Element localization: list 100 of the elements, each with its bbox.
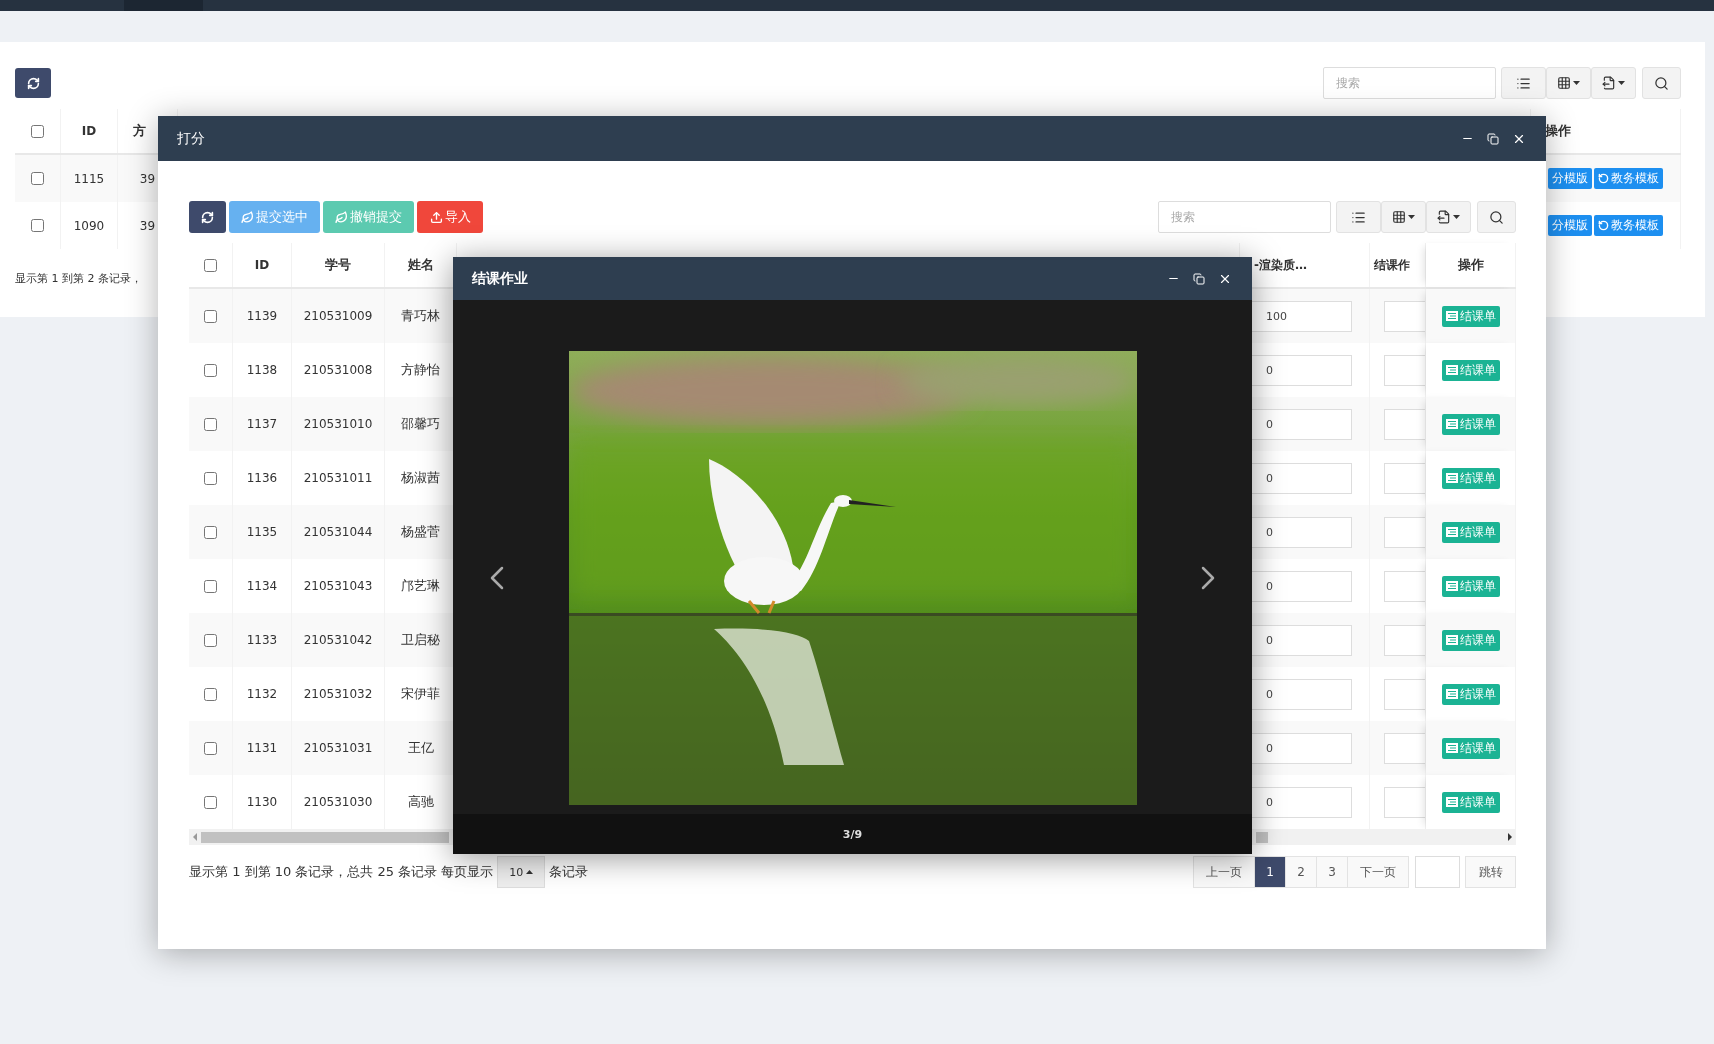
checkbox[interactable] — [204, 417, 217, 431]
table-cell: 39 — [139, 171, 156, 186]
records-label: 条记录 — [549, 863, 589, 881]
checkbox[interactable] — [204, 687, 217, 701]
template-button[interactable]: 分模版 — [1548, 215, 1592, 236]
list-icon — [1445, 419, 1458, 429]
score-field[interactable]: 100 — [1251, 300, 1352, 332]
table-cell: 210531010 — [303, 417, 373, 431]
search-button[interactable] — [1642, 67, 1681, 99]
score-field[interactable]: 0 — [1251, 462, 1352, 494]
columns-button[interactable] — [1381, 201, 1426, 233]
export-button[interactable] — [1591, 67, 1636, 99]
list-icon — [1445, 527, 1458, 537]
list-icon — [1445, 635, 1458, 645]
checkbox[interactable] — [204, 579, 217, 593]
record-summary: 显示第 1 到第 2 条记录， — [15, 272, 142, 285]
homework-field[interactable] — [1384, 732, 1425, 764]
page-button[interactable]: 2 — [1285, 856, 1317, 888]
table-cell: 210531042 — [303, 633, 373, 647]
score-field[interactable]: 0 — [1251, 408, 1352, 440]
homework-field[interactable] — [1384, 354, 1425, 386]
export-button[interactable] — [1426, 201, 1471, 233]
leaf-icon — [241, 210, 254, 224]
import-button[interactable]: 导入 — [417, 201, 483, 233]
homework-field[interactable] — [1384, 462, 1425, 494]
toggle-view-button[interactable] — [1501, 67, 1546, 99]
export-icon — [1602, 76, 1616, 90]
table-cell: 210531044 — [303, 525, 373, 539]
search-field[interactable]: 搜索 — [1323, 67, 1496, 99]
next-page-button[interactable]: 下一页 — [1347, 856, 1409, 888]
page-number-field[interactable] — [1415, 856, 1460, 888]
checkbox[interactable] — [204, 525, 217, 539]
score-field[interactable]: 0 — [1251, 786, 1352, 818]
leaf-icon — [335, 210, 348, 224]
score-field[interactable]: 0 — [1251, 516, 1352, 548]
page-size-select[interactable]: 10 — [497, 856, 546, 888]
refresh-icon — [201, 210, 214, 224]
list-icon — [1445, 689, 1458, 699]
checkbox[interactable] — [31, 172, 44, 185]
restore-icon — [1487, 132, 1499, 145]
table-cell: 1138 — [246, 363, 278, 377]
table-cell: 高驰 — [407, 793, 434, 811]
checkbox[interactable] — [204, 309, 217, 323]
checkbox[interactable] — [204, 258, 217, 272]
page-button[interactable]: 3 — [1316, 856, 1348, 888]
table-cell: 1134 — [246, 579, 278, 593]
score-field[interactable]: 0 — [1251, 732, 1352, 764]
upload-icon — [429, 210, 443, 224]
score-field[interactable]: 0 — [1251, 624, 1352, 656]
score-field[interactable]: 0 — [1251, 570, 1352, 602]
template-button[interactable]: 分模版 — [1548, 168, 1592, 189]
undo-icon — [1598, 173, 1609, 184]
columns-button[interactable] — [1546, 67, 1591, 99]
checkbox[interactable] — [204, 741, 217, 755]
homework-field[interactable] — [1384, 300, 1425, 332]
refresh-button[interactable] — [189, 201, 226, 233]
homework-field[interactable] — [1384, 678, 1425, 710]
jump-button[interactable]: 跳转 — [1465, 856, 1516, 888]
table-cell: 210531008 — [303, 363, 373, 377]
checkbox[interactable] — [31, 124, 44, 138]
table-cell: 杨盛菅 — [401, 523, 440, 541]
toggle-view-button[interactable] — [1336, 201, 1381, 233]
table-cell: 1115 — [73, 171, 105, 186]
list-icon — [1445, 365, 1458, 375]
table-cell: 卫启秘 — [401, 631, 440, 649]
homework-field[interactable] — [1384, 570, 1425, 602]
table-cell: 1131 — [246, 741, 278, 755]
homework-field[interactable] — [1384, 624, 1425, 656]
score-field[interactable]: 0 — [1251, 678, 1352, 710]
grid-icon — [1392, 210, 1406, 224]
prev-page-button[interactable]: 上一页 — [1193, 856, 1255, 888]
table-cell: 杨淑茜 — [401, 469, 440, 487]
homework-field[interactable] — [1384, 786, 1425, 818]
viewer-title: 结课作业 — [472, 269, 529, 288]
page-button[interactable]: 1 — [1254, 856, 1286, 888]
list-icon — [1445, 581, 1458, 591]
homework-field[interactable] — [1384, 408, 1425, 440]
table-cell: 方静怡 — [401, 361, 440, 379]
list-icon — [1445, 473, 1458, 483]
homework-field[interactable] — [1384, 516, 1425, 548]
table-cell: 1090 — [73, 218, 105, 233]
table-cell: 39 — [139, 218, 156, 233]
export-icon — [1437, 210, 1451, 224]
table-cell: 210531030 — [303, 795, 373, 809]
checkbox[interactable] — [204, 795, 217, 809]
score-field[interactable]: 0 — [1251, 354, 1352, 386]
search-field[interactable]: 搜索 — [1158, 201, 1331, 233]
table-cell: 青巧林 — [401, 307, 440, 325]
checkbox[interactable] — [204, 633, 217, 647]
grid-icon — [1557, 76, 1571, 90]
refresh-button[interactable] — [15, 68, 51, 98]
checkbox[interactable] — [204, 363, 217, 377]
table-cell: 王亿 — [407, 739, 434, 757]
undo-icon — [1598, 220, 1609, 231]
search-button[interactable] — [1477, 201, 1516, 233]
checkbox[interactable] — [31, 219, 44, 232]
list-icon — [1445, 311, 1458, 321]
table-cell: 210531043 — [303, 579, 373, 593]
list-icon — [1445, 797, 1458, 807]
checkbox[interactable] — [204, 471, 217, 485]
